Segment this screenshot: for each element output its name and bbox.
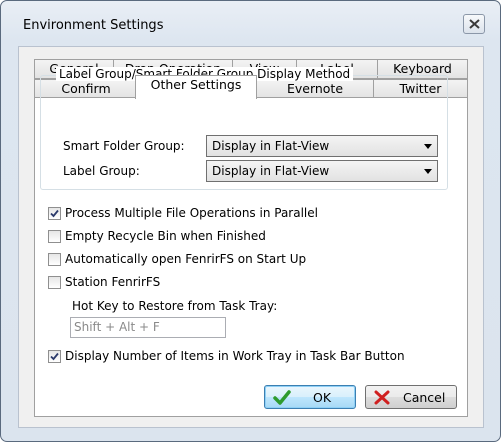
ok-button-label: OK (313, 390, 332, 405)
smart-folder-group-value: Display in Flat-View (212, 139, 330, 153)
smart-folder-group-dropdown[interactable]: Display in Flat-View (206, 135, 438, 157)
window-title: Environment Settings (23, 18, 164, 33)
smart-folder-group-label: Smart Folder Group: (63, 139, 185, 153)
checkmark-icon (273, 390, 291, 405)
hotkey-label: Hot Key to Restore from Task Tray: (72, 299, 278, 313)
close-button[interactable] (463, 14, 485, 34)
label-group-value: Display in Flat-View (212, 164, 330, 178)
checkmark-icon (50, 209, 59, 218)
cancel-button[interactable]: Cancel (365, 385, 457, 409)
station-fenrirfs-checkbox[interactable] (48, 276, 61, 289)
cross-icon (374, 390, 390, 405)
auto-start-checkbox[interactable] (48, 253, 61, 266)
tray-count-checkbox[interactable] (48, 350, 61, 363)
parallel-operations-checkbox[interactable] (48, 207, 61, 220)
label-group-label: Label Group: (63, 164, 140, 178)
station-fenrirfs-label: Station FenrirFS (65, 275, 161, 289)
title-bar[interactable]: Environment Settings (1, 1, 500, 34)
label-group-dropdown[interactable]: Display in Flat-View (206, 160, 438, 182)
environment-settings-dialog: Environment Settings General Drop Operat… (0, 0, 501, 442)
checkmark-icon (50, 352, 59, 361)
tab-other-settings[interactable]: Other Settings (135, 75, 257, 99)
empty-recycle-bin-label: Empty Recycle Bin when Finished (65, 229, 266, 243)
hotkey-field[interactable]: Shift + Alt + F (70, 317, 226, 338)
parallel-operations-label: Process Multiple File Operations in Para… (65, 206, 318, 220)
empty-recycle-bin-checkbox[interactable] (48, 230, 61, 243)
ok-button[interactable]: OK (264, 385, 356, 409)
chevron-down-icon (424, 169, 432, 174)
auto-start-label: Automatically open FenrirFS on Start Up (65, 252, 307, 266)
close-icon (469, 19, 480, 29)
tray-count-label: Display Number of Items in Work Tray in … (65, 349, 405, 363)
chevron-down-icon (424, 144, 432, 149)
cancel-button-label: Cancel (403, 390, 446, 405)
